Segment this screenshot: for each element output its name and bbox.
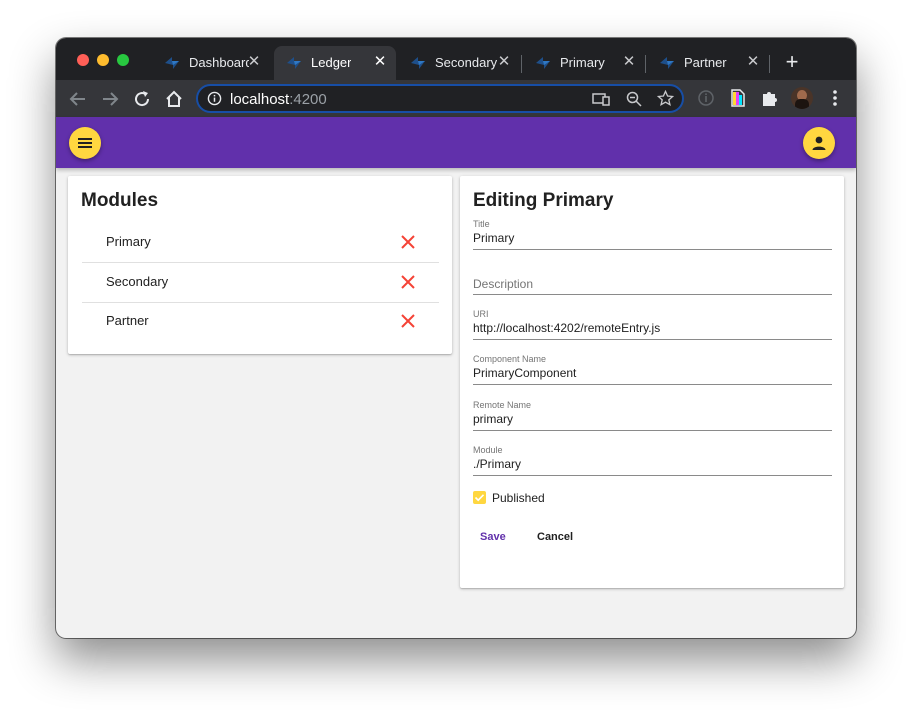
tab-separator [521, 55, 522, 73]
list-item[interactable]: Primary [82, 222, 439, 262]
published-checkbox[interactable] [473, 491, 486, 504]
module-label: Secondary [106, 274, 169, 289]
tab-separator [645, 55, 646, 73]
home-icon[interactable] [163, 88, 185, 110]
app-favicon-icon [165, 57, 179, 69]
editor-card: Editing Primary Title Primary Descriptio… [460, 176, 844, 588]
tab-close-icon[interactable]: ✕ [246, 54, 262, 70]
tab-title: Ledger [311, 55, 352, 70]
color-picker-extension-icon[interactable] [728, 88, 748, 108]
url-host: localhost [230, 91, 290, 108]
remote-name-input[interactable]: primary [473, 412, 832, 426]
close-window-button[interactable] [77, 54, 89, 66]
list-item[interactable]: Partner [82, 301, 439, 341]
tab-primary[interactable]: Primary ✕ [523, 46, 643, 80]
install-app-icon[interactable] [592, 91, 610, 107]
hamburger-menu-icon [78, 138, 92, 148]
field-underline [473, 249, 832, 250]
tab-secondary[interactable]: Secondary ✕ [398, 46, 520, 80]
tab-separator [769, 55, 770, 73]
editor-title: Editing Primary [473, 190, 614, 211]
forward-arrow-icon[interactable] [99, 88, 121, 110]
tab-close-icon[interactable]: ✕ [621, 54, 637, 70]
app-favicon-icon [287, 57, 301, 69]
app-favicon-icon [660, 57, 674, 69]
browser-toolbar: localhost:4200 [56, 80, 856, 117]
tab-title: Dashboard [189, 55, 249, 70]
tab-title: Partner [684, 55, 727, 70]
app-favicon-icon [536, 57, 550, 69]
module-label: Primary [106, 234, 151, 249]
extension-info-icon[interactable] [696, 88, 716, 108]
extensions-puzzle-icon[interactable] [760, 88, 780, 108]
reload-icon[interactable] [131, 88, 153, 110]
tab-ledger[interactable]: Ledger ✕ [274, 46, 396, 80]
tab-title: Secondary [435, 55, 498, 70]
account-button[interactable] [803, 127, 835, 159]
browser-menu-icon[interactable] [825, 88, 845, 108]
delete-x-icon[interactable] [398, 311, 418, 331]
tab-close-icon[interactable]: ✕ [745, 54, 761, 70]
save-button[interactable]: Save [480, 531, 506, 543]
field-underline [473, 294, 832, 295]
zoom-out-icon[interactable] [626, 91, 642, 107]
modules-title: Modules [81, 190, 159, 211]
cancel-button[interactable]: Cancel [537, 531, 573, 543]
delete-x-icon[interactable] [398, 232, 418, 252]
menu-button[interactable] [69, 127, 101, 159]
published-label: Published [492, 491, 545, 505]
component-name-input[interactable]: PrimaryComponent [473, 366, 832, 380]
tab-dashboard[interactable]: Dashboard ✕ [152, 46, 272, 80]
tab-close-icon[interactable]: ✕ [372, 54, 388, 70]
field-label: Remote Name [473, 400, 532, 410]
tab-close-icon[interactable]: ✕ [496, 54, 512, 70]
field-label: URI [473, 309, 489, 319]
person-icon [812, 136, 826, 150]
list-item[interactable]: Secondary [82, 262, 439, 302]
field-label: Module [473, 445, 503, 455]
app-toolbar [56, 117, 856, 168]
field-underline [473, 339, 832, 340]
tab-strip: Dashboard ✕ Ledger ✕ Secondary ✕ Primary… [56, 38, 856, 80]
profile-avatar[interactable] [791, 87, 813, 109]
bookmark-star-icon[interactable] [657, 90, 674, 107]
modules-card: Modules Primary Secondary Partner [68, 176, 452, 354]
address-bar[interactable]: localhost:4200 [196, 84, 684, 113]
description-placeholder: Description [473, 277, 534, 291]
back-arrow-icon[interactable] [67, 88, 89, 110]
checkmark-icon [474, 494, 485, 502]
tab-title: Primary [560, 55, 605, 70]
field-label: Component Name [473, 354, 547, 364]
field-underline [473, 384, 832, 385]
uri-input[interactable]: http://localhost:4202/remoteEntry.js [473, 321, 832, 335]
maximize-window-button[interactable] [117, 54, 129, 66]
field-underline [473, 475, 832, 476]
field-label: Title [473, 219, 490, 229]
url-port: :4200 [289, 91, 327, 108]
delete-x-icon[interactable] [398, 272, 418, 292]
site-info-icon[interactable] [207, 91, 222, 106]
field-underline [473, 430, 832, 431]
module-label: Partner [106, 313, 149, 328]
tab-partner[interactable]: Partner ✕ [647, 46, 767, 80]
url-text: localhost:4200 [230, 91, 327, 108]
minimize-window-button[interactable] [97, 54, 109, 66]
title-input[interactable]: Primary [473, 231, 832, 245]
browser-window: Dashboard ✕ Ledger ✕ Secondary ✕ Primary… [56, 38, 856, 638]
module-input[interactable]: ./Primary [473, 457, 832, 471]
app-favicon-icon [411, 57, 425, 69]
new-tab-button[interactable]: + [782, 51, 802, 73]
